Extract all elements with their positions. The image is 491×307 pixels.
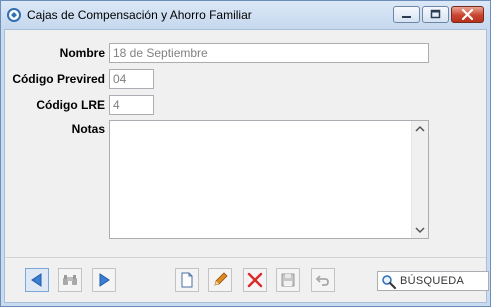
search-placeholder: BÚSQUEDA [400,275,465,287]
nombre-label: Nombre [59,46,105,60]
form-panel: Nombre 18 de Septiembre Código Previred … [4,29,489,303]
codigo-previred-field[interactable]: 04 [109,69,154,89]
close-button[interactable] [451,6,484,23]
window-title: Cajas de Compensación y Ahorro Familiar [27,8,252,22]
codigo-lre-label: Código LRE [36,98,105,112]
previous-button[interactable] [25,268,49,292]
undo-icon [315,275,329,286]
maximize-icon [430,9,441,19]
binoculars-icon [63,275,77,285]
next-button[interactable] [92,268,116,292]
search-field[interactable]: BÚSQUEDA [377,271,489,291]
edit-button[interactable] [208,268,232,292]
title-bar[interactable]: Cajas de Compensación y Ahorro Familiar [1,1,490,29]
new-record-button[interactable] [175,268,199,292]
find-button[interactable] [58,268,82,292]
codigo-previred-label: Código Previred [12,72,105,86]
pencil-icon [214,272,228,286]
app-logo-icon [7,8,21,22]
save-disk-icon [281,273,295,287]
scroll-down-icon[interactable] [412,221,428,238]
arrow-left-icon [31,273,42,287]
minimize-button[interactable] [393,6,420,23]
notas-label: Notas [71,122,105,136]
maximize-button[interactable] [422,6,449,23]
close-icon [461,8,474,21]
minimize-icon [402,16,411,18]
arrow-right-icon [99,273,110,287]
notas-textarea[interactable] [109,120,429,239]
new-document-icon [181,272,193,288]
scroll-up-icon[interactable] [412,121,428,138]
nombre-field[interactable]: 18 de Septiembre [109,43,429,63]
search-icon [382,275,397,290]
delete-x-icon [247,272,263,288]
app-window: Cajas de Compensación y Ahorro Familiar … [0,0,491,307]
undo-button[interactable] [311,268,335,292]
codigo-lre-field[interactable]: 4 [109,95,154,115]
toolbar-divider [5,257,486,258]
delete-button[interactable] [243,268,267,292]
save-button[interactable] [276,268,300,292]
notas-scrollbar[interactable] [411,121,428,238]
